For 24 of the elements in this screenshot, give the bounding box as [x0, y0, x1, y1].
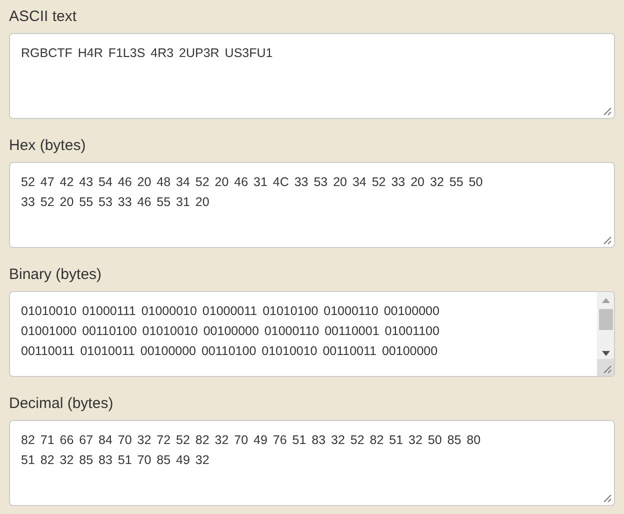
text-line: RGBCTF H4R F1L3S 4R3 2UP3R US3FU1 — [21, 45, 273, 62]
resize-grip-icon[interactable] — [603, 107, 612, 116]
scroll-down-arrow-icon[interactable] — [602, 351, 610, 356]
resize-grip-icon[interactable] — [603, 236, 612, 245]
scroll-up-arrow-icon[interactable] — [602, 298, 610, 303]
text-line: 00110011 01010011 00100000 00110100 01010010 00110011 00100000 — [21, 343, 438, 360]
field-label: Hex (bytes) — [9, 136, 87, 156]
text-line: 01010010 01000111 01000010 01000011 01010100 01000110 00100000 — [21, 303, 440, 320]
field-label: Decimal (bytes) — [9, 394, 114, 414]
text-area[interactable]: 52 47 42 43 54 46 20 48 34 52 20 46 31 4C 33 53 20 34 52 33 20 32 55 50 33 52 20 55 53 33 46 55 31 20 — [9, 162, 615, 248]
text-line: 51 82 32 85 83 51 70 85 49 32 — [21, 452, 210, 469]
text-line: 33 52 20 55 53 33 46 55 31 20 — [21, 194, 210, 211]
text-line: 82 71 66 67 84 70 32 72 52 82 32 70 49 76 51 83 32 52 82 51 32 50 85 80 — [21, 432, 481, 449]
text-area[interactable]: RGBCTF H4R F1L3S 4R3 2UP3R US3FU1 — [9, 33, 615, 119]
scrollbar[interactable] — [597, 292, 614, 376]
resize-grip-icon[interactable] — [603, 365, 612, 374]
field-label: ASCII text — [9, 7, 78, 27]
scrollbar-thumb[interactable] — [598, 309, 612, 330]
text-area[interactable]: 01010010 01000111 01000010 01000011 01010100 01000110 00100000 01001000 00110100 01010010 00100000 01000110 00110001 01001100 00110011 01010011 00100000 00110100 01010010 00110011 00100000 — [9, 291, 615, 377]
resize-grip-icon[interactable] — [603, 494, 612, 503]
field-label: Binary (bytes) — [9, 265, 103, 285]
text-line: 01001000 00110100 01010010 00100000 01000110 00110001 01001100 — [21, 323, 440, 340]
text-line: 52 47 42 43 54 46 20 48 34 52 20 46 31 4C 33 53 20 34 52 33 20 32 55 50 — [21, 174, 483, 191]
text-area[interactable]: 82 71 66 67 84 70 32 72 52 82 32 70 49 76 51 83 32 52 82 51 32 50 85 80 51 82 32 85 83 51 70 85 49 32 — [9, 420, 615, 506]
